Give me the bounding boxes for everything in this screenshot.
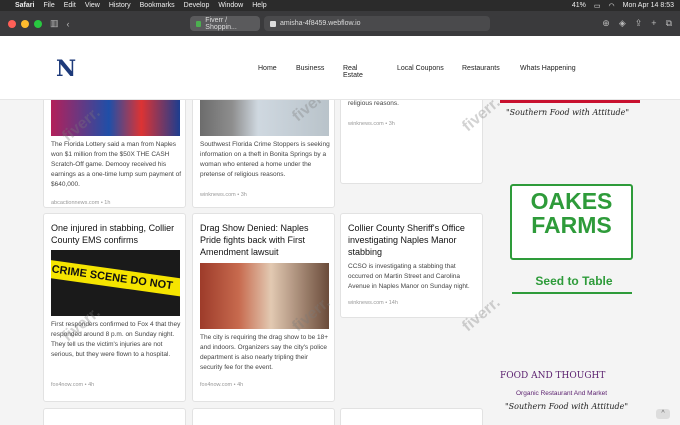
card-source[interactable]: abcactionnews.com • 1h: [51, 200, 110, 206]
news-card[interactable]: [192, 408, 335, 425]
card-title[interactable]: One injured in stabbing, Collier County …: [51, 222, 183, 246]
menu-edit[interactable]: Edit: [64, 2, 76, 9]
ad-tagline: "Southern Food with Attitude": [505, 402, 629, 411]
tab-overview-icon[interactable]: ⧉: [666, 18, 672, 29]
menu-window[interactable]: Window: [218, 2, 243, 9]
tab-fiverr[interactable]: Fiverr / Shoppin...: [190, 16, 260, 31]
oakes-word: OAKES: [530, 188, 613, 214]
farms-word: FARMS: [531, 212, 612, 238]
nav-business[interactable]: Business: [296, 65, 324, 72]
macos-menubar: Safari File Edit View History Bookmarks …: [0, 0, 680, 11]
card-summary: religious reasons.: [348, 100, 399, 107]
browser-toolbar: ▥ ‹ Fiverr / Shoppin... amisha-4f8459.we…: [0, 11, 680, 36]
webflow-favicon-icon: [270, 20, 276, 27]
news-card[interactable]: One injured in stabbing, Collier County …: [43, 213, 186, 402]
nav-local-coupons[interactable]: Local Coupons: [397, 65, 444, 72]
menu-help[interactable]: Help: [252, 2, 266, 9]
tab-fiverr-label: Fiverr / Shoppin...: [205, 16, 237, 31]
nav-real-estate[interactable]: Real Estate: [343, 65, 363, 79]
menu-view[interactable]: View: [85, 2, 100, 9]
seed-to-table-label: Seed to Table: [535, 274, 613, 288]
card-summary: The city is requiring the drag show to b…: [200, 334, 329, 371]
card-summary: The Florida Lottery said a man from Napl…: [51, 141, 182, 188]
sidebar-icon[interactable]: ▥: [50, 18, 59, 29]
card-title[interactable]: Collier County Sheriff's Office investig…: [348, 222, 480, 258]
ad-divider: [512, 292, 632, 294]
card-summary: First responders confirmed to Fox 4 that…: [51, 321, 181, 358]
card-source[interactable]: fox4now.com • 4h: [51, 382, 94, 388]
city-council-image: [200, 263, 329, 329]
minimize-window-button[interactable]: [21, 19, 29, 28]
menu-history[interactable]: History: [109, 2, 131, 9]
crime-stoppers-image: [200, 99, 329, 136]
battery-label: 41%: [571, 2, 586, 9]
fiverr-favicon-icon: [196, 20, 202, 27]
back-icon[interactable]: ‹: [67, 19, 70, 29]
extension-icon[interactable]: ◈: [619, 18, 626, 29]
menu-develop[interactable]: Develop: [184, 2, 210, 9]
window-controls: [8, 19, 42, 28]
card-summary: CCSO is investigating a stabbing that oc…: [348, 263, 470, 290]
new-tab-icon[interactable]: +: [651, 18, 656, 29]
nav-home[interactable]: Home: [258, 65, 277, 72]
logo-letter: N: [56, 56, 77, 82]
food-and-thought-logo[interactable]: FOOD AND THOUGHT: [500, 371, 605, 381]
news-card[interactable]: [340, 408, 483, 425]
food-and-thought-subtitle: Organic Restaurant And Market: [516, 390, 608, 397]
card-source[interactable]: winknews.com • 3h: [348, 121, 395, 127]
news-card[interactable]: Collier County Sheriff's Office investig…: [340, 213, 483, 318]
nav-restaurants[interactable]: Restaurants: [462, 65, 500, 72]
scroll-up-button[interactable]: ^: [656, 409, 670, 419]
webpage: N Home Business Real Estate Local Coupon…: [0, 36, 680, 425]
ad-tagline: "Southern Food with Attitude": [506, 108, 630, 117]
battery-icon[interactable]: ▭: [594, 2, 601, 10]
news-card[interactable]: Drag Show Denied: Naples Pride fights ba…: [192, 213, 335, 402]
lottery-image: [51, 99, 180, 136]
clock[interactable]: Mon Apr 14 8:53: [623, 2, 674, 9]
address-bar[interactable]: amisha-4f8459.webflow.io: [280, 20, 361, 27]
tab-webflow[interactable]: amisha-4f8459.webflow.io: [264, 16, 490, 31]
crime-tape: CRIME SCENE DO NOT: [51, 258, 180, 300]
nav-whats-happening[interactable]: Whats Happening: [520, 65, 576, 72]
card-source[interactable]: fox4now.com • 4h: [200, 382, 243, 388]
menu-file[interactable]: File: [43, 2, 54, 9]
crime-scene-image: CRIME SCENE DO NOT: [51, 250, 180, 316]
share-icon[interactable]: ⇪: [635, 18, 643, 29]
card-source[interactable]: winknews.com • 14h: [348, 300, 398, 306]
menu-app-name[interactable]: Safari: [15, 2, 34, 9]
close-window-button[interactable]: [8, 19, 16, 28]
news-card[interactable]: [43, 408, 186, 425]
menu-bookmarks[interactable]: Bookmarks: [140, 2, 175, 9]
wifi-icon[interactable]: ◠: [609, 2, 615, 10]
download-icon[interactable]: ⊕: [602, 18, 610, 29]
zoom-window-button[interactable]: [34, 19, 42, 28]
card-source[interactable]: winknews.com • 3h: [200, 192, 247, 198]
card-title[interactable]: Drag Show Denied: Naples Pride fights ba…: [200, 222, 332, 258]
site-header: N Home Business Real Estate Local Coupon…: [0, 36, 680, 100]
food-and-thought-title: FOOD AND THOUGHT: [500, 371, 606, 381]
oakes-farms-ad[interactable]: OAKES FARMS: [510, 184, 633, 260]
site-logo[interactable]: N: [56, 56, 88, 84]
card-summary: Southwest Florida Crime Stoppers is seek…: [200, 141, 330, 178]
